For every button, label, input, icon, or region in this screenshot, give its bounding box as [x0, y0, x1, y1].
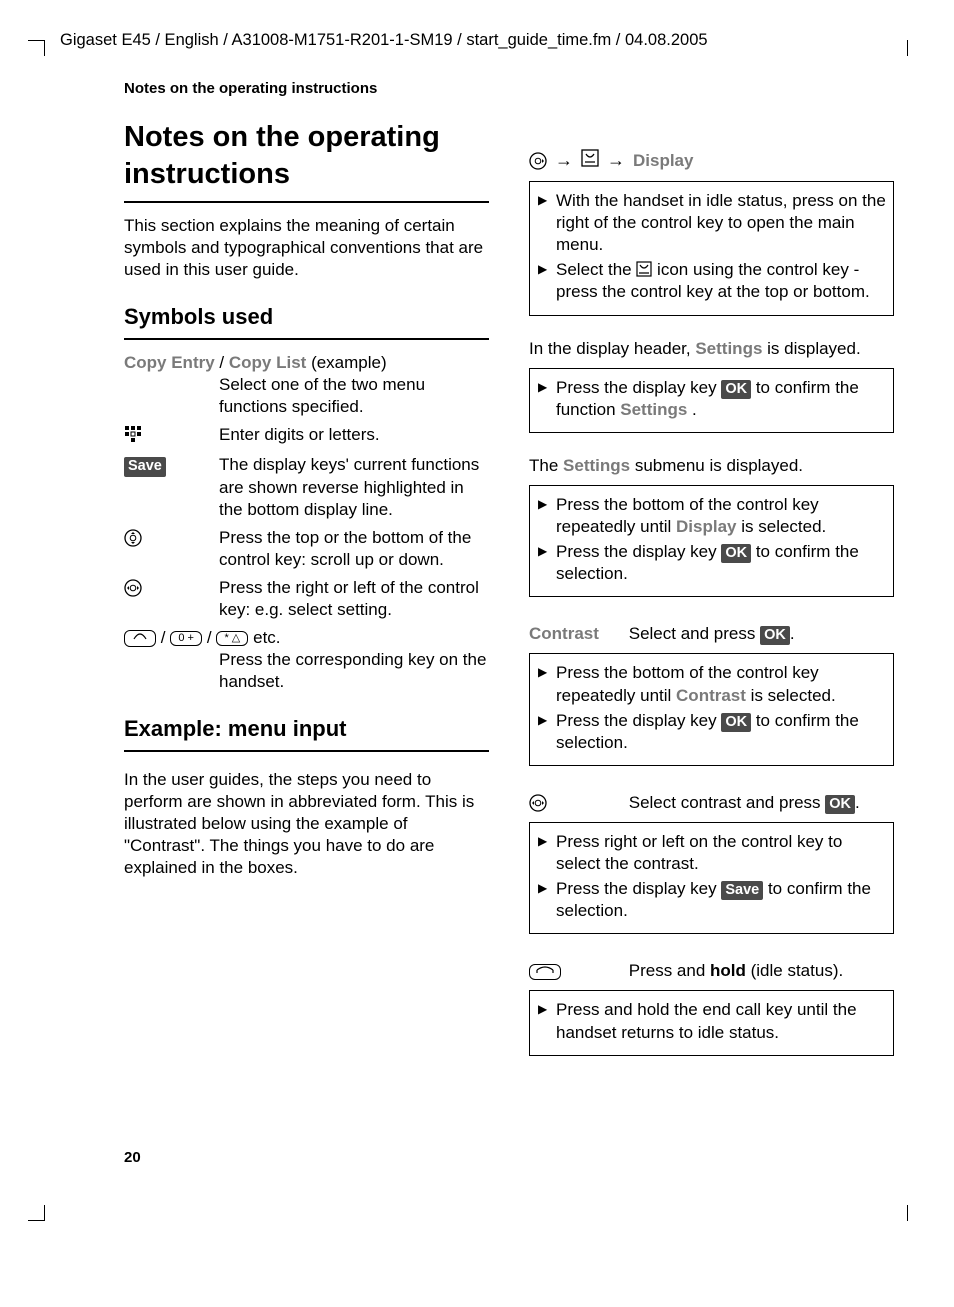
control-leftright-icon: [529, 792, 624, 814]
instruction-box-3: Press the bottom of the control key repe…: [529, 485, 894, 597]
hold-line: Press and hold (idle status).: [529, 960, 894, 982]
instruction-box-5: Press right or left on the control key t…: [529, 822, 894, 934]
contrast-line: Contrast Select and press OK.: [529, 623, 894, 645]
copy-list-label: Copy List: [229, 353, 306, 372]
instruction-box-4: Press the bottom of the control key repe…: [529, 653, 894, 765]
page-number: 20: [60, 1148, 894, 1168]
instruction-box-2: Press the display key OK to confirm the …: [529, 368, 894, 433]
control-right-icon: [529, 150, 547, 172]
save-key-icon: Save: [124, 457, 166, 476]
digits-description: Enter digits or letters.: [219, 424, 489, 448]
keys-description: Press the corresponding key on the hands…: [124, 649, 489, 693]
display-menu-label: Display: [633, 150, 693, 172]
submenu-line: The Settings submenu is displayed.: [529, 455, 894, 477]
leftright-description: Press the right or left of the control k…: [219, 577, 489, 621]
control-leftright-icon: [124, 577, 219, 621]
star-key-icon: * △: [216, 631, 248, 646]
right-column: Display With the handset in idle status,…: [529, 119, 894, 1078]
end-call-key-icon: [529, 964, 561, 980]
document-header: Gigaset E45 / English / A31008-M1751-R20…: [60, 30, 894, 51]
instruction-box-6: Press and hold the end call key until th…: [529, 990, 894, 1055]
symbols-heading: Symbols used: [124, 303, 489, 332]
control-updown-icon: [124, 527, 219, 571]
copy-entry-label: Copy Entry: [124, 353, 215, 372]
running-section-label: Notes on the operating instructions: [60, 79, 894, 99]
left-column: Notes on the operating instructions This…: [124, 119, 489, 1078]
keypad-icon: [124, 424, 219, 448]
arrow-icon: [607, 149, 625, 172]
select-contrast-line: Select contrast and press OK.: [529, 792, 894, 814]
nav-path: Display: [529, 149, 894, 173]
example-heading: Example: menu input: [124, 715, 489, 744]
page-title: Notes on the operating instructions: [124, 119, 489, 193]
example-intro: In the user guides, the steps you need t…: [124, 769, 489, 879]
handset-keys-row: / 0 + / * △ etc.: [124, 627, 489, 649]
settings-menu-icon: [581, 149, 599, 173]
arrow-icon: [555, 149, 573, 172]
instruction-box-1: With the handset in idle status, press o…: [529, 181, 894, 315]
talk-key-icon: [124, 630, 156, 646]
intro-paragraph: This section explains the meaning of cer…: [124, 215, 489, 281]
example-suffix: (example): [311, 353, 387, 372]
updown-description: Press the top or the bottom of the contr…: [219, 527, 489, 571]
header-settings-line: In the display header, Settings is displ…: [529, 338, 894, 360]
save-description: The display keys' current functions are …: [219, 454, 489, 520]
zero-key-icon: 0 +: [170, 631, 202, 646]
copy-entry-description: Select one of the two menu functions spe…: [124, 374, 489, 418]
